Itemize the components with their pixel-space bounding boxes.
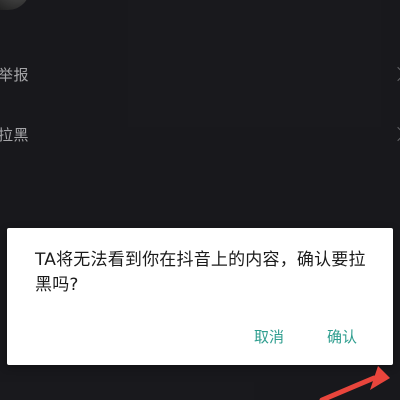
block-confirm-dialog: TA将无法看到你在抖音上的内容，确认要拉黑吗? 取消 确认 [7,228,393,365]
dialog-actions: 取消 确认 [7,305,393,365]
dialog-message: TA将无法看到你在抖音上的内容，确认要拉黑吗? [35,250,366,295]
cancel-button[interactable]: 取消 [246,322,292,351]
confirm-button[interactable]: 确认 [319,322,365,351]
annotation-arrow-icon [319,366,390,400]
